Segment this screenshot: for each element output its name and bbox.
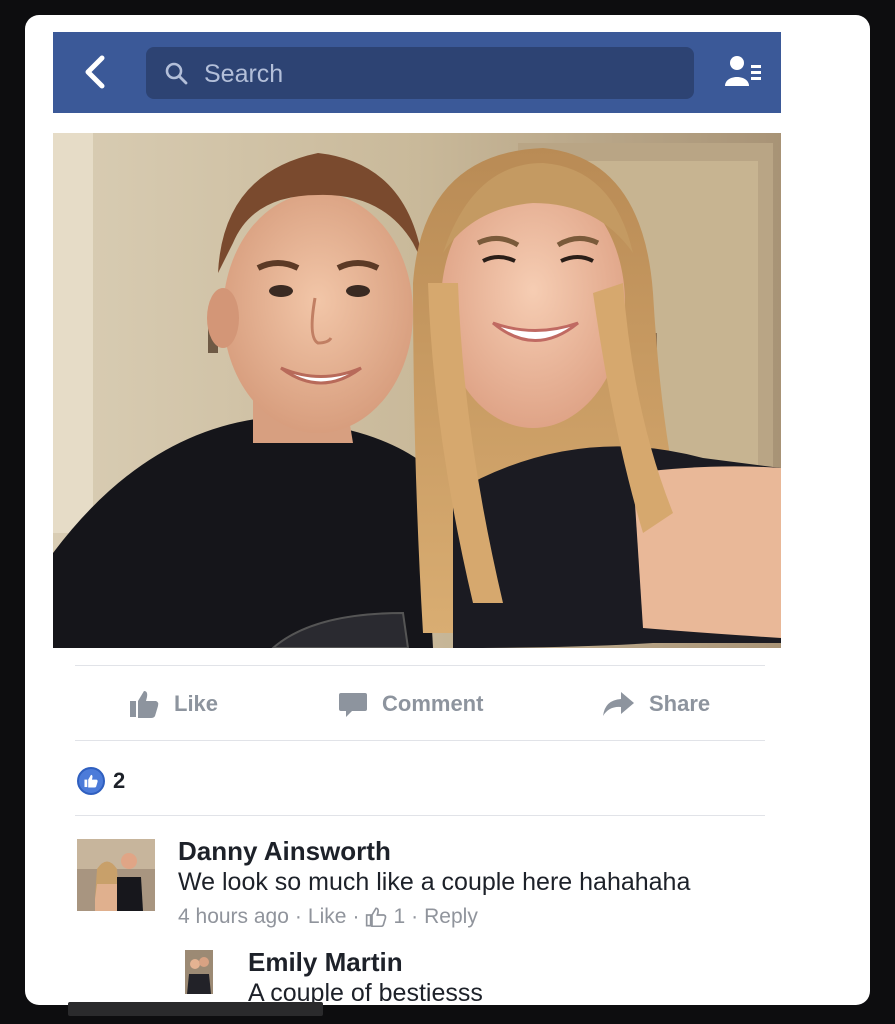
thumbs-up-outline-icon (366, 907, 387, 927)
comment-reply-link[interactable]: Reply (424, 905, 478, 929)
separator: · (411, 905, 419, 928)
avatar[interactable] (185, 950, 213, 994)
avatar[interactable] (77, 839, 155, 911)
screenshot-frame: Search Like Comment Share 2 Danny Ainswo… (25, 15, 870, 1005)
separator: · (294, 905, 302, 928)
comment-meta: 4 hours ago · Like · 1 · Reply (178, 905, 478, 929)
comment-text: We look so much like a couple here hahah… (178, 868, 691, 896)
comment-author[interactable]: Danny Ainsworth (178, 836, 391, 867)
bottom-strip (68, 1002, 323, 1016)
comment-timestamp: 4 hours ago (178, 905, 289, 928)
separator: · (352, 905, 360, 928)
comment-reaction-count: 1 (393, 905, 406, 928)
reply-author[interactable]: Emily Martin (248, 947, 403, 978)
comment: Danny Ainsworth We look so much like a c… (25, 15, 870, 1005)
comment-like-link[interactable]: Like (308, 905, 347, 929)
